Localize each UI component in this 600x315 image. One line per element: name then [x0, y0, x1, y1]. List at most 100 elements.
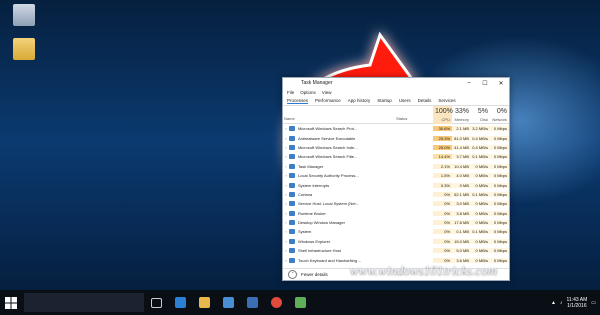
table-row[interactable]: › Microsoft Windows Search Inde... 25.0% 41…: [283, 143, 509, 152]
cpu-label: CPU: [441, 117, 450, 122]
column-network[interactable]: 0% Network: [490, 106, 509, 124]
store-icon[interactable]: [216, 290, 240, 315]
process-disk: 0 MB/s: [471, 201, 490, 207]
tab-strip: Processes Performance App history Startu…: [283, 96, 509, 106]
tab-startup[interactable]: Startup: [377, 98, 392, 103]
process-name: Cortana: [298, 191, 313, 197]
process-network: 0 Mbps: [490, 248, 509, 254]
process-name-cell: › Microsoft Windows Search Inde...: [283, 144, 395, 150]
process-cpu: 25.0%: [433, 144, 452, 150]
process-name-cell: › Task Manager: [283, 163, 395, 169]
process-name-cell: › System: [283, 229, 395, 235]
table-row[interactable]: › Desktop Window Manager 0% 17.8 MB 0 MB/s 0 …: [283, 218, 509, 227]
minimize-button[interactable]: –: [461, 80, 477, 87]
notification-icon[interactable]: ▭: [591, 300, 596, 306]
clock[interactable]: 11:43 AM 1/1/2016: [567, 297, 588, 309]
cpu-percent: 100%: [435, 108, 453, 115]
process-icon: [289, 201, 295, 207]
recycle-bin-desktop-icon[interactable]: [4, 4, 44, 28]
table-row[interactable]: › Microsoft Windows Search Filte... 14.4% 3…: [283, 152, 509, 161]
column-status[interactable]: Status: [395, 106, 419, 124]
menu-view[interactable]: View: [322, 90, 332, 95]
network-percent: 0%: [496, 108, 507, 115]
process-icon: [289, 135, 295, 141]
process-name: System interrupts: [298, 182, 330, 188]
process-name-cell: › Service Host: Local System (Net...: [283, 201, 395, 207]
process-network: 0 Mbps: [490, 182, 509, 188]
table-row[interactable]: › System 0% 0.1 MB 0.1 MB/s 0 Mbps: [283, 227, 509, 236]
process-icon: [289, 144, 295, 150]
process-memory: 3.7 MB: [452, 154, 471, 160]
close-button[interactable]: ✕: [493, 80, 509, 87]
table-row[interactable]: › Microsoft Windows Search Prot... 30.6% 2.…: [283, 124, 509, 133]
table-row[interactable]: › Windows Explorer 0% 15.0 MB 0 MB/s 0 Mbps: [283, 237, 509, 246]
process-disk: 0 MB/s: [471, 163, 490, 169]
process-disk: 3.2 MB/s: [471, 126, 490, 132]
table-row[interactable]: › Shell Infrastructure Host 0% 5.0 MB 0 MB/s…: [283, 246, 509, 255]
edge-browser-icon[interactable]: [168, 290, 192, 315]
column-name[interactable]: Name: [283, 106, 395, 124]
title-bar: Task Manager – ☐ ✕: [283, 78, 509, 88]
table-row[interactable]: › Task Manager 2.1% 10.4 MB 0 MB/s 0 Mbps: [283, 162, 509, 171]
process-disk: 0.1 MB/s: [471, 154, 490, 160]
process-name-cell: › Microsoft Windows Search Filte...: [283, 154, 395, 160]
process-icon: [289, 191, 295, 197]
process-name-cell: › Desktop Window Manager: [283, 220, 395, 226]
column-cpu[interactable]: 100% CPU: [433, 106, 453, 124]
network-icon[interactable]: ▲: [551, 300, 556, 306]
start-button[interactable]: [0, 290, 22, 315]
table-row[interactable]: › Cortana 0% 52.1 MB 0.1 MB/s 0 Mbps: [283, 190, 509, 199]
table-row[interactable]: › Service Host: Local System (Net... 0% 3.0…: [283, 199, 509, 208]
process-cpu: 0%: [433, 229, 452, 235]
table-row[interactable]: › Local Security Authority Process... 1.5%…: [283, 171, 509, 180]
task-view-icon[interactable]: [144, 290, 168, 315]
process-icon: [289, 238, 295, 244]
column-memory[interactable]: 33% Memory: [452, 106, 471, 124]
file-explorer-icon[interactable]: [192, 290, 216, 315]
process-network: 0 Mbps: [490, 191, 509, 197]
chrome-icon[interactable]: [264, 290, 288, 315]
table-row[interactable]: › System interrupts 0.3% 0 MB 0 MB/s 0 Mbps: [283, 180, 509, 189]
tab-details[interactable]: Details: [418, 98, 432, 103]
process-name: Microsoft Windows Search Filte...: [298, 154, 358, 160]
process-name: System: [298, 229, 312, 235]
tab-performance[interactable]: Performance: [315, 98, 341, 103]
tab-app-history[interactable]: App history: [348, 98, 371, 103]
process-icon: [289, 173, 295, 179]
menu-options[interactable]: Options: [300, 90, 316, 95]
process-cpu: 0.3%: [433, 182, 452, 188]
process-disk: 0 MB/s: [471, 238, 490, 244]
process-memory: 41.4 MB: [452, 144, 471, 150]
mail-icon[interactable]: [240, 290, 264, 315]
table-row[interactable]: › Antimalware Service Executable 25.3% 81.0…: [283, 133, 509, 142]
process-name: Task Manager: [298, 163, 324, 169]
fewer-details-link[interactable]: Fewer details: [301, 272, 328, 277]
folder-desktop-icon[interactable]: [4, 38, 44, 62]
volume-icon[interactable]: ♪: [560, 300, 563, 306]
tab-processes[interactable]: Processes: [287, 98, 309, 104]
process-name-cell: › System interrupts: [283, 182, 395, 188]
process-icon: [289, 154, 295, 160]
process-cpu: 25.3%: [433, 135, 452, 141]
process-icon: [289, 163, 295, 169]
taskbar-search-box[interactable]: [24, 293, 144, 312]
process-cpu: 1.5%: [433, 173, 452, 179]
process-list: › Microsoft Windows Search Prot... 30.6% 2.…: [283, 124, 509, 265]
menu-file[interactable]: File: [287, 90, 294, 95]
process-name-cell: › Shell Infrastructure Host: [283, 248, 395, 254]
tab-services[interactable]: Services: [438, 98, 455, 103]
process-disk: 0.4 MB/s: [471, 135, 490, 141]
process-icon: [289, 126, 295, 132]
task-manager-window: Task Manager – ☐ ✕ File Options View Pro…: [282, 77, 510, 281]
column-disk[interactable]: 5% Disk: [471, 106, 490, 124]
process-cpu: 30.6%: [433, 126, 452, 132]
process-memory: 17.8 MB: [452, 220, 471, 226]
taskbar: ▲ ♪ 11:43 AM 1/1/2016 ▭: [0, 290, 600, 315]
tab-users[interactable]: Users: [399, 98, 411, 103]
table-row[interactable]: › Runtime Broker 0% 3.8 MB 0 MB/s 0 Mbps: [283, 209, 509, 218]
network-label: Network: [492, 117, 507, 122]
maximize-button[interactable]: ☐: [477, 80, 493, 87]
process-name: Desktop Window Manager: [298, 220, 345, 226]
chevron-up-icon[interactable]: ⌃: [288, 270, 297, 279]
task-manager-taskbar-icon[interactable]: [288, 290, 312, 315]
